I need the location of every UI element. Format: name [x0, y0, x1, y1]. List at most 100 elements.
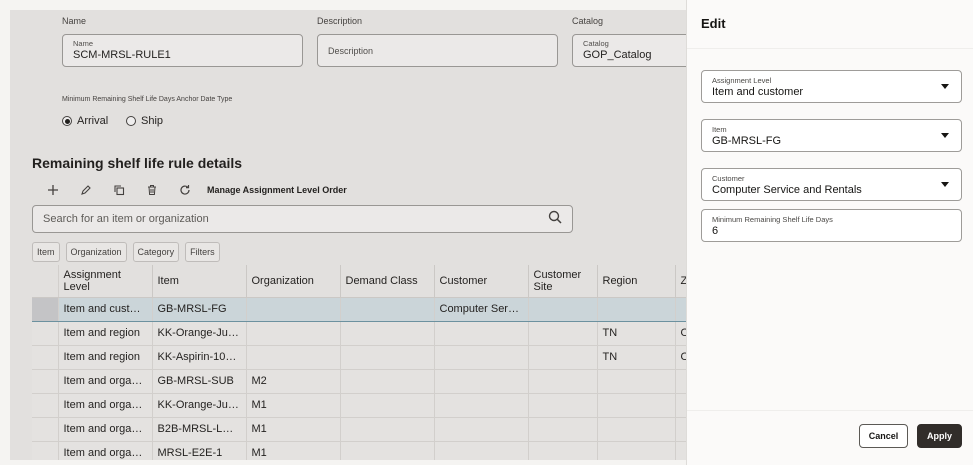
customer-select[interactable]: Customer Computer Service and Rentals	[701, 168, 962, 201]
chip-organization[interactable]: Organization	[65, 242, 127, 262]
header-assignment-level[interactable]: Assignment Level	[58, 265, 153, 298]
catalog-field-value: GOP_Catalog	[583, 49, 652, 61]
item-select[interactable]: Item GB-MRSL-FG	[701, 119, 962, 152]
caret-down-icon[interactable]	[941, 182, 949, 187]
radio-unselected-icon	[126, 116, 136, 126]
table-toolbar: Manage Assignment Level Order	[36, 181, 347, 199]
description-column-label: Description	[317, 16, 363, 26]
cell-assignment-level: Item and region	[58, 345, 153, 370]
table-row[interactable]: Item and region KK-Orange-Juic… TN O	[32, 321, 686, 346]
refresh-icon[interactable]	[168, 181, 201, 199]
search-placeholder: Search for an item or organization	[43, 213, 209, 225]
cell-assignment-level: Item and organi…	[58, 417, 153, 442]
cancel-button[interactable]: Cancel	[859, 424, 908, 448]
header-zone[interactable]: Zo	[675, 265, 686, 298]
chip-item[interactable]: Item	[32, 242, 60, 262]
cell-organization: M1	[246, 417, 341, 442]
cell-customer-site	[528, 441, 598, 460]
cell-customer: Computer Servi…	[434, 296, 529, 322]
screen: Name Description Catalog Name SCM-MRSL-R…	[0, 0, 973, 465]
edit-drawer: Edit Assignment Level Item and customer …	[686, 0, 973, 465]
drawer-footer-divider	[687, 410, 973, 411]
catalog-field[interactable]: Catalog GOP_Catalog	[572, 34, 686, 67]
cell-item: GB-MRSL-SUB	[152, 369, 247, 394]
radio-arrival[interactable]: Arrival	[62, 115, 108, 127]
description-field[interactable]: Description	[317, 34, 558, 67]
header-customer[interactable]: Customer	[434, 265, 529, 298]
item-label: Item	[712, 125, 727, 134]
row-select-cell[interactable]	[32, 321, 59, 346]
cell-customer	[434, 441, 529, 460]
cell-region	[597, 296, 676, 322]
filter-chips: Item Organization Category Filters	[32, 242, 220, 262]
min-days-label: Minimum Remaining Shelf Life Days	[712, 215, 833, 224]
table-row[interactable]: Item and organi… B2B-MRSL-LOT… M1	[32, 417, 686, 442]
cell-assignment-level: Item and custo…	[58, 296, 153, 322]
row-select-cell[interactable]	[32, 441, 59, 460]
cell-assignment-level: Item and region	[58, 321, 153, 346]
chip-category[interactable]: Category	[132, 242, 180, 262]
cell-item: B2B-MRSL-LOT…	[152, 417, 247, 442]
radio-ship-label: Ship	[141, 115, 164, 127]
customer-label: Customer	[712, 174, 745, 183]
cell-assignment-level: Item and organi…	[58, 441, 153, 460]
table-row[interactable]: Item and organi… KK-Orange-Juic… M1	[32, 393, 686, 418]
cell-customer	[434, 417, 529, 442]
radio-ship[interactable]: Ship	[126, 115, 163, 127]
row-select-cell[interactable]	[32, 417, 59, 442]
name-field-label: Name	[73, 39, 94, 48]
customer-value: Computer Service and Rentals	[712, 184, 862, 196]
name-field-value: SCM-MRSL-RULE1	[73, 49, 171, 61]
description-placeholder: Description	[328, 46, 374, 56]
plus-icon[interactable]	[36, 181, 69, 199]
search-icon[interactable]	[548, 210, 562, 229]
name-field[interactable]: Name SCM-MRSL-RULE1	[62, 34, 303, 67]
caret-down-icon[interactable]	[941, 84, 949, 89]
header-item[interactable]: Item	[152, 265, 247, 298]
row-select-cell[interactable]	[32, 369, 59, 394]
section-title: Remaining shelf life rule details	[32, 155, 243, 171]
min-shelf-life-days-input[interactable]: Minimum Remaining Shelf Life Days 6	[701, 209, 962, 242]
assignment-level-select[interactable]: Assignment Level Item and customer	[701, 70, 962, 103]
header-organization[interactable]: Organization	[246, 265, 341, 298]
search-input[interactable]: Search for an item or organization	[32, 205, 573, 233]
cell-item: MRSL-E2E-1	[152, 441, 247, 460]
cell-customer-site	[528, 321, 598, 346]
row-select-cell[interactable]	[32, 345, 59, 370]
cell-item: KK-Aspirin-100…	[152, 345, 247, 370]
cell-zone	[675, 369, 686, 394]
cell-zone	[675, 441, 686, 460]
cell-customer-site	[528, 369, 598, 394]
item-value: GB-MRSL-FG	[712, 135, 782, 147]
cell-region	[597, 417, 676, 442]
cell-zone: O	[675, 345, 686, 370]
catalog-field-label: Catalog	[583, 39, 609, 48]
cell-region	[597, 441, 676, 460]
table-row[interactable]: Item and region KK-Aspirin-100… TN O	[32, 345, 686, 370]
cell-organization: M1	[246, 393, 341, 418]
table-row[interactable]: Item and custo… GB-MRSL-FG Computer Serv…	[32, 296, 686, 322]
cell-organization	[246, 321, 341, 346]
table-row[interactable]: Item and organi… MRSL-E2E-1 M1	[32, 441, 686, 460]
header-region[interactable]: Region	[597, 265, 676, 298]
table-header-row: Assignment Level Item Organization Deman…	[32, 265, 686, 298]
copy-icon[interactable]	[102, 181, 135, 199]
cell-customer-site	[528, 296, 598, 322]
header-demand-class[interactable]: Demand Class	[340, 265, 435, 298]
table-row[interactable]: Item and organi… GB-MRSL-SUB M2	[32, 369, 686, 394]
caret-down-icon[interactable]	[941, 133, 949, 138]
trash-icon[interactable]	[135, 181, 168, 199]
row-select-cell[interactable]	[32, 393, 59, 418]
chip-filters[interactable]: Filters	[185, 242, 220, 262]
row-select-cell[interactable]	[32, 296, 59, 322]
apply-button[interactable]: Apply	[917, 424, 962, 448]
header-customer-site[interactable]: Customer Site	[528, 265, 598, 298]
cell-item: GB-MRSL-FG	[152, 296, 247, 322]
cell-demand-class	[340, 417, 435, 442]
cell-zone	[675, 296, 686, 322]
pencil-icon[interactable]	[69, 181, 102, 199]
anchor-date-type-label: Minimum Remaining Shelf Life Days Anchor…	[62, 96, 233, 103]
cell-customer	[434, 369, 529, 394]
manage-assignment-level-order-link[interactable]: Manage Assignment Level Order	[207, 185, 347, 195]
cell-organization: M2	[246, 369, 341, 394]
